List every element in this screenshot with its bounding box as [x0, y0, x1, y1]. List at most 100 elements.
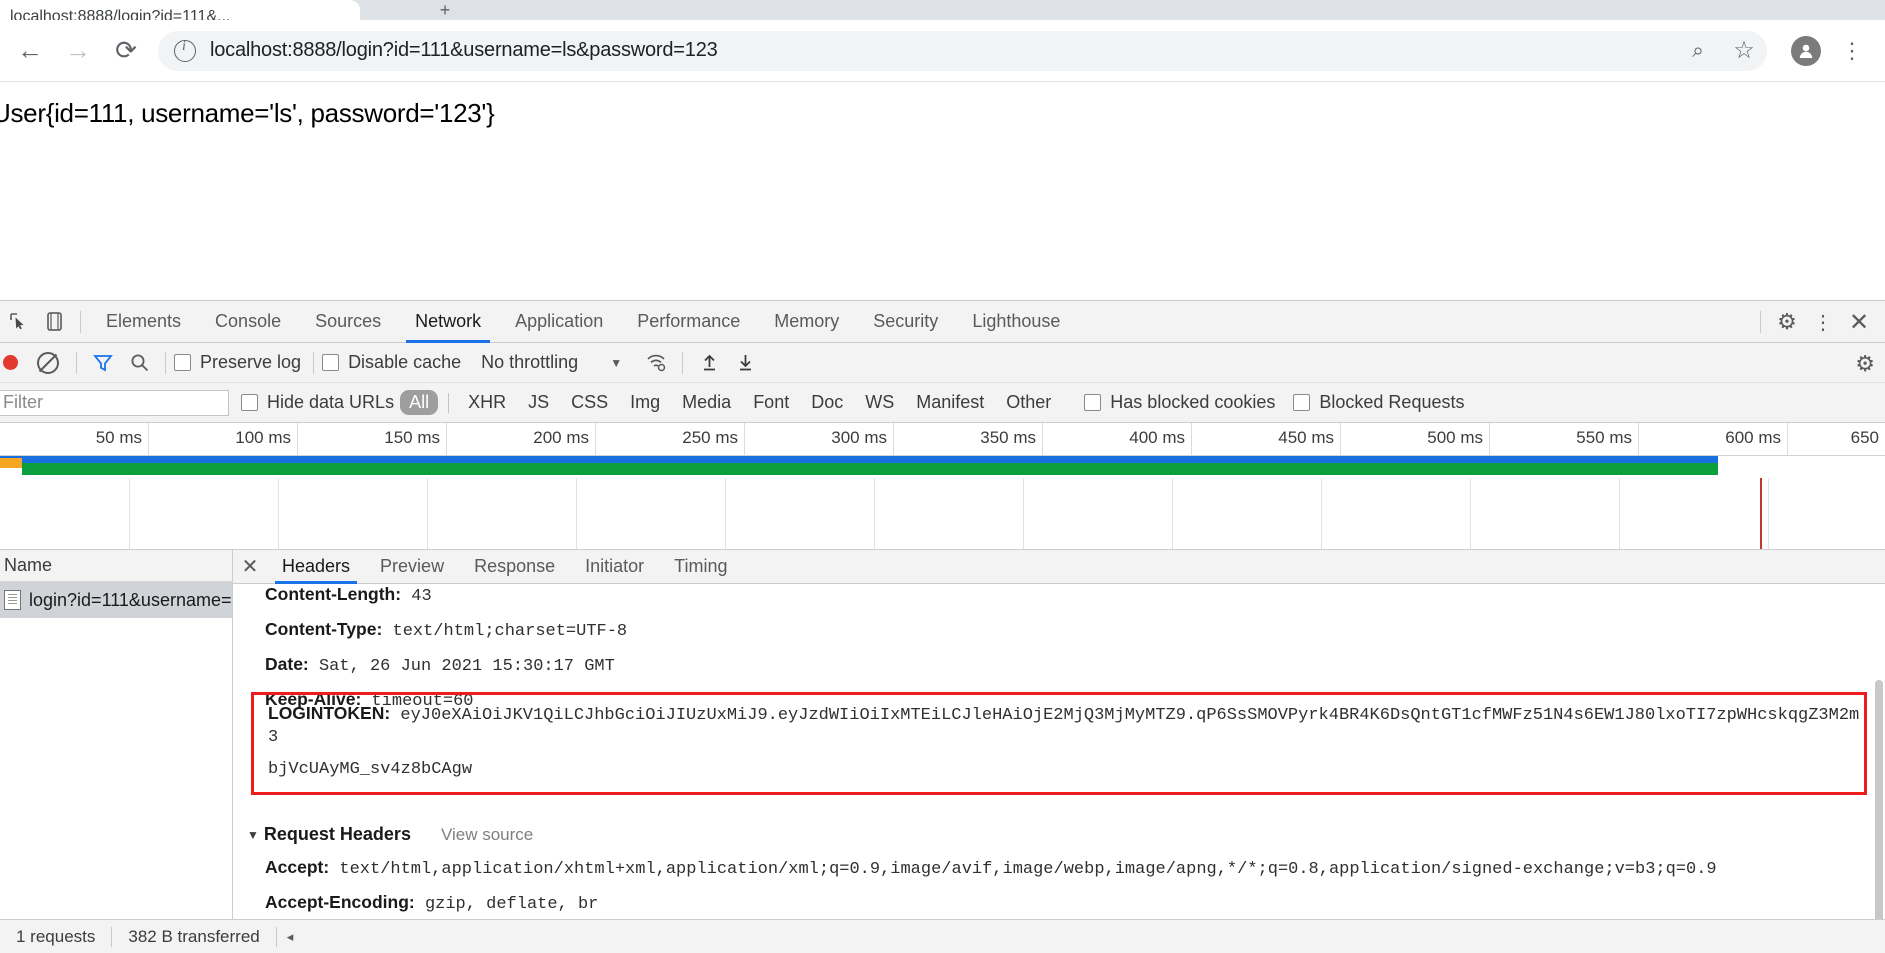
devtools-tab-lighthouse[interactable]: Lighthouse — [955, 301, 1077, 343]
request-headers-section-title[interactable]: ▼ Request Headers View source — [233, 818, 1885, 851]
timeline-tick: 550 ms — [1490, 423, 1639, 455]
header-name: Content-Type: — [265, 619, 383, 639]
timeline-tick: 650 — [1850, 428, 1879, 447]
browser-menu-icon[interactable]: ⋮ — [1829, 28, 1875, 74]
details-tab-initiator[interactable]: Initiator — [570, 550, 659, 584]
chevron-down-icon: ▼ — [247, 827, 259, 842]
reload-button[interactable]: ⟳ — [102, 27, 150, 75]
waterfall-column — [130, 478, 279, 549]
type-filter-js[interactable]: JS — [519, 390, 558, 415]
type-filter-img[interactable]: Img — [621, 390, 669, 415]
type-filter-doc[interactable]: Doc — [802, 390, 852, 415]
waterfall-column — [1620, 478, 1769, 549]
bookmark-star-icon[interactable]: ☆ — [1721, 28, 1767, 74]
network-conditions-icon[interactable] — [638, 345, 674, 381]
waterfall-column — [1322, 478, 1471, 549]
record-button[interactable] — [3, 355, 18, 370]
timeline-tick: 250 ms — [596, 423, 745, 455]
network-settings-gear-icon[interactable]: ⚙ — [1855, 351, 1875, 377]
type-filter-manifest[interactable]: Manifest — [907, 390, 993, 415]
header-value: Sat, 26 Jun 2021 15:30:17 GMT — [318, 657, 615, 676]
waterfall-column — [1024, 478, 1173, 549]
new-tab-button[interactable]: + — [430, 1, 460, 20]
toolbar-divider — [80, 310, 81, 333]
hide-data-urls-label: Hide data URLs — [267, 392, 395, 412]
devtools-tab-elements[interactable]: Elements — [89, 301, 198, 343]
search-button[interactable] — [121, 345, 157, 381]
settings-gear-icon[interactable]: ⚙ — [1769, 304, 1805, 340]
disable-cache-label: Disable cache — [348, 352, 462, 372]
forward-button[interactable]: → — [54, 27, 102, 75]
type-filter-ws[interactable]: WS — [856, 390, 903, 415]
site-info-icon[interactable] — [174, 39, 196, 62]
checkbox-box — [1084, 394, 1102, 411]
tab-strip: localhost:8888/login?id=111&... + — [0, 0, 1885, 20]
view-source-link[interactable]: View source — [441, 825, 533, 845]
timeline-tick: 600 ms — [1639, 423, 1788, 455]
devtools-tab-application[interactable]: Application — [498, 301, 620, 343]
status-more-icon[interactable]: ◂ — [277, 929, 304, 945]
timeline-tick: 300 ms — [745, 423, 894, 455]
type-filter-font[interactable]: Font — [744, 390, 798, 415]
address-bar[interactable]: localhost:8888/login?id=111&username=ls&… — [158, 28, 1767, 74]
details-tab-timing[interactable]: Timing — [659, 550, 742, 584]
waterfall-column — [428, 478, 577, 549]
devtools-tab-memory[interactable]: Memory — [757, 301, 856, 343]
request-list-column-header[interactable]: Name — [0, 550, 232, 582]
close-devtools-icon[interactable]: ✕ — [1841, 304, 1877, 340]
toolbar-divider — [1760, 311, 1761, 333]
devtools-tab-security[interactable]: Security — [856, 301, 955, 343]
zoom-icon[interactable]: ⌕ — [1675, 28, 1721, 74]
type-filter-all[interactable]: All — [400, 390, 439, 415]
profile-avatar[interactable] — [1791, 35, 1821, 66]
devtools-tab-sources[interactable]: Sources — [298, 301, 398, 343]
details-tab-preview[interactable]: Preview — [365, 550, 459, 584]
header-row: Content-Type: text/html;charset=UTF-8 — [233, 613, 1885, 648]
timeline-tick: 350 ms — [894, 423, 1043, 455]
overview-bar-green — [22, 463, 1718, 475]
request-list: Name login?id=111&username=ls&... — [0, 550, 233, 943]
import-har-button[interactable] — [691, 345, 727, 381]
has-blocked-cookies-checkbox[interactable]: Has blocked cookies — [1084, 392, 1275, 413]
filter-input[interactable]: Filter — [0, 389, 229, 416]
throttling-select[interactable]: No throttling — [481, 352, 578, 373]
browser-tab-active[interactable]: localhost:8888/login?id=111&... — [0, 0, 360, 20]
filter-button[interactable] — [85, 345, 121, 381]
headers-pane-scrollbar[interactable] — [1875, 680, 1883, 930]
details-tab-headers[interactable]: Headers — [267, 550, 365, 584]
back-button[interactable]: ← — [6, 27, 54, 75]
network-status-bar: 1 requests 382 B transferred ◂ — [0, 919, 1885, 953]
header-name: Accept-Encoding: — [265, 892, 415, 912]
type-filter-media[interactable]: Media — [673, 390, 740, 415]
blocked-requests-checkbox[interactable]: Blocked Requests — [1293, 392, 1464, 413]
table-row[interactable]: login?id=111&username=ls&... — [0, 582, 232, 618]
browser-toolbar: ← → ⟳ localhost:8888/login?id=111&userna… — [0, 20, 1885, 82]
network-toolbar: Preserve log Disable cache No throttling… — [0, 343, 1885, 383]
devtools-tab-network[interactable]: Network — [398, 301, 498, 343]
type-filter-xhr[interactable]: XHR — [459, 390, 515, 415]
header-row: Date: Sat, 26 Jun 2021 15:30:17 GMT — [233, 648, 1885, 683]
header-row: Accept-Encoding: gzip, deflate, br — [233, 886, 1885, 921]
devtools-tab-console[interactable]: Console — [198, 301, 298, 343]
disable-cache-checkbox[interactable]: Disable cache — [322, 352, 461, 373]
checkbox-box — [322, 354, 340, 371]
close-details-icon[interactable]: ✕ — [233, 554, 267, 579]
devtools-tab-performance[interactable]: Performance — [620, 301, 757, 343]
hide-data-urls-checkbox[interactable]: Hide data URLs — [241, 392, 394, 413]
more-options-kebab-icon[interactable]: ⋮ — [1805, 304, 1841, 340]
header-name: LOGINTOKEN: — [268, 703, 391, 723]
details-tab-response[interactable]: Response — [459, 550, 570, 584]
device-toolbar-icon[interactable] — [36, 304, 72, 340]
type-filter-other[interactable]: Other — [997, 390, 1060, 415]
section-label: Request Headers — [263, 824, 411, 844]
clear-network-log-button[interactable] — [32, 345, 68, 381]
timeline-tick: 500 ms — [1341, 423, 1490, 455]
export-har-button[interactable] — [727, 345, 763, 381]
header-row: Content-Length: 43 — [233, 584, 1885, 613]
type-filter-css[interactable]: CSS — [562, 390, 617, 415]
devtools-tabbar: Elements Console Sources Network Applica… — [0, 301, 1885, 343]
header-value: gzip, deflate, br — [424, 895, 599, 914]
preserve-log-checkbox[interactable]: Preserve log — [174, 352, 301, 373]
inspect-element-icon[interactable] — [0, 304, 36, 340]
chevron-down-icon[interactable]: ▼ — [610, 356, 622, 370]
